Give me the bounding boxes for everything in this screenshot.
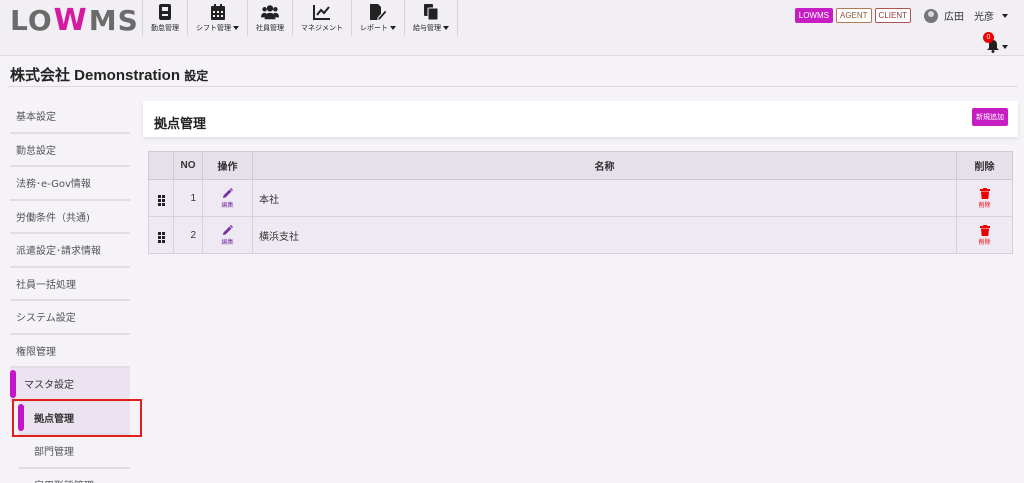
sidebar-item-labor-conditions[interactable]: 労働条件（共通) [10,200,130,234]
nav-item-management[interactable]: マネジメント [292,0,352,36]
edit-button[interactable]: 編集 [202,216,253,254]
sidebar-item-dispatch[interactable]: 派遣設定･請求情報 [10,234,130,268]
report-edit-icon [369,3,387,20]
sidebar-item-system[interactable]: システム設定 [10,301,130,335]
sidebar-subitem-departments[interactable]: 部門管理 [18,435,130,469]
nav-label: 社員管理 [256,23,284,32]
delete-label: 削除 [978,239,991,246]
row-number: 2 [173,216,203,254]
notification-count: 0 [983,32,994,43]
chevron-down-icon [443,25,449,30]
nav-label: 給与管理 [413,23,449,33]
sidebar-item-legal[interactable]: 法務･e-Gov情報 [10,167,130,201]
timecard-icon [156,3,174,20]
column-header-delete: 削除 [956,151,1013,180]
table-row: 1 編集 本社 削除 [148,179,1013,217]
content-header: 拠点管理 新規追加 [143,101,1018,137]
sidebar-subitem-employment-types[interactable]: 雇用形態管理 [18,469,130,483]
nav-item-employees[interactable]: 社員管理 [247,0,293,36]
client-badge[interactable]: CLIENT [874,8,911,23]
nav-item-attendance[interactable]: 勤怠管理 [142,0,188,36]
delete-button[interactable]: 削除 [956,216,1013,254]
location-name: 本社 [252,179,957,217]
nav-item-shift[interactable]: シフト管理 [187,0,248,36]
calendar-icon [209,3,227,20]
sidebar-item-basic[interactable]: 基本設定 [10,100,130,134]
nav-label: マネジメント [301,23,343,32]
sidebar-item-bulk-employee[interactable]: 社員一括処理 [10,267,130,301]
table-header-row: NO 操作 名称 削除 [148,151,1013,180]
column-header-name: 名称 [252,151,957,180]
chevron-down-icon [233,25,239,30]
user-menu[interactable]: 広田 光彦 [924,8,1008,23]
sidebar-subitem-locations[interactable]: 拠点管理 [18,401,130,435]
line-chart-icon [313,4,331,20]
sidebar-item-master[interactable]: マスタ設定 [10,368,130,402]
agent-badge[interactable]: AGENT [835,8,872,23]
logo-text-right: MS [88,3,139,37]
nav-item-payroll[interactable]: 給与管理 [404,0,458,36]
nav-label: レポート [360,23,396,33]
settings-sidebar: 基本設定 勤怠設定 法務･e-Gov情報 労働条件（共通) 派遣設定･請求情報 … [10,100,130,483]
column-header-no: NO [173,151,203,180]
edit-label: 編集 [221,202,234,209]
logo-text-w: W [53,2,88,38]
sidebar-item-attendance[interactable]: 勤怠設定 [10,133,130,167]
chevron-down-icon[interactable] [1002,45,1008,49]
delete-label: 削除 [978,202,991,209]
chevron-down-icon [390,25,396,30]
drag-handle[interactable] [148,179,174,217]
location-name: 横浜支社 [252,216,957,254]
nav-label: 勤怠管理 [151,23,179,32]
locations-table: NO 操作 名称 削除 1 編集 本社 削除 2 編集 横浜支社 削除 [148,151,1013,254]
add-new-button[interactable]: 新規追加 [972,108,1008,126]
drag-column-header [148,151,174,180]
header-right: LOWMS AGENT CLIENT 広田 光彦 [794,8,1008,23]
drag-handle-icon [157,232,165,243]
section-title: 拠点管理 [154,116,207,131]
pencil-icon [223,224,233,235]
main-nav: 勤怠管理 シフト管理 社員管理 マネジメント レポート 給与管理 [142,0,458,36]
user-name: 広田 光彦 [944,12,994,23]
drag-handle[interactable] [148,216,174,254]
logo-text-left: LO [10,3,53,37]
avatar [924,8,938,23]
page-title: 株式会社 Demonstration 設定 [10,67,209,84]
edit-button[interactable]: 編集 [202,179,253,217]
app-logo[interactable]: LO W MS [10,2,139,38]
chevron-down-icon [1002,13,1008,18]
column-header-operation: 操作 [202,151,253,180]
users-icon [261,4,279,20]
lowms-badge[interactable]: LOWMS [794,8,833,23]
edit-label: 編集 [221,239,234,246]
table-row: 2 編集 横浜支社 削除 [148,216,1013,254]
drag-handle-icon [157,195,165,206]
row-number: 1 [173,179,203,217]
pencil-icon [223,187,233,198]
delete-button[interactable]: 削除 [956,179,1013,217]
trash-icon [979,187,990,199]
divider [8,86,1018,87]
nav-label: シフト管理 [196,23,239,33]
documents-icon [422,3,440,20]
sidebar-item-permissions[interactable]: 権限管理 [10,334,130,368]
trash-icon [979,224,990,236]
nav-item-report[interactable]: レポート [351,0,405,36]
top-bar: LO W MS 勤怠管理 シフト管理 社員管理 マネジメント レポート 給与管理… [0,0,1024,56]
